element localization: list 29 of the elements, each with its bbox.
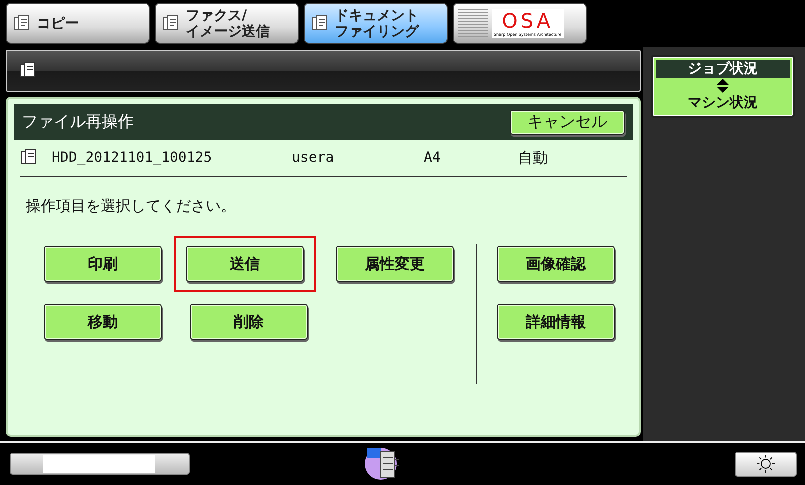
job-status-button[interactable]: ジョブ状況 マシン状況 [651, 55, 795, 118]
machine-status-label: マシン状況 [687, 94, 759, 112]
mode-tab[interactable]: コピー [6, 3, 150, 44]
sun-icon [757, 455, 775, 473]
action-button[interactable]: 削除 [190, 304, 308, 340]
mode-tab[interactable]: ファクス/ イメージ送信 [155, 3, 299, 44]
job-status-label: ジョブ状況 [656, 60, 790, 78]
cancel-button[interactable]: キャンセル [510, 110, 625, 134]
user-name: usera [292, 150, 336, 166]
action-button[interactable]: 印刷 [44, 246, 162, 282]
action-button[interactable]: 属性変更 [336, 246, 454, 282]
action-button[interactable]: 詳細情報 [497, 304, 615, 340]
tab-label: ファクス/ [186, 8, 248, 24]
action-button[interactable]: 送信 [186, 246, 304, 282]
action-button[interactable]: 画像確認 [497, 246, 615, 282]
paper-size: A4 [424, 150, 442, 166]
tab-label: ドキュメント [335, 8, 419, 24]
color-mode: 自動 [518, 148, 548, 168]
file-name: HDD_20121101_100125 [52, 150, 214, 166]
tab-label: コピー [37, 16, 79, 32]
panel-title: ファイル再操作 [22, 112, 134, 132]
brightness-button[interactable] [735, 452, 797, 476]
stripes-icon [458, 8, 488, 38]
logo-text: OSA [502, 10, 554, 32]
instruction-text: 操作項目を選択してください。 [26, 197, 237, 216]
mode-tab[interactable]: ドキュメント ファイリング [304, 3, 448, 44]
action-button[interactable]: 移動 [44, 304, 162, 340]
tab-label: ファイリング [335, 24, 419, 40]
tab-label: イメージ送信 [186, 24, 270, 40]
